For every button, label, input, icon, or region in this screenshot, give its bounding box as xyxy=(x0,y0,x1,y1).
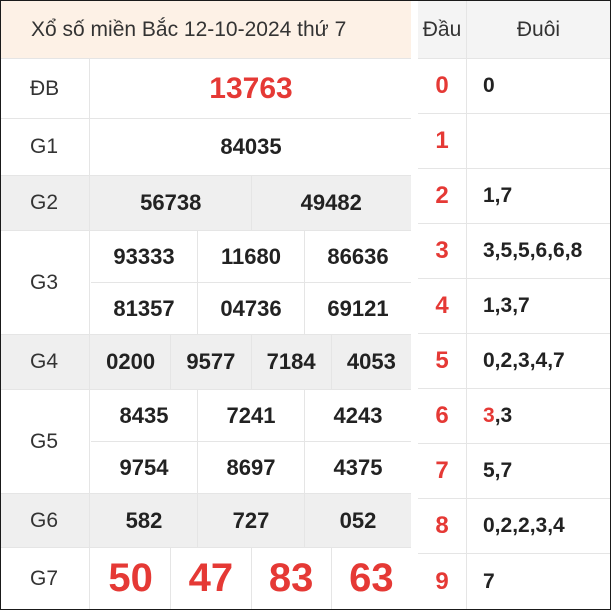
g7-number: 83 xyxy=(250,548,331,609)
g4-number: 0200 xyxy=(106,349,156,374)
loto-tails: 7 xyxy=(483,569,495,593)
loto-tails: 3,3 xyxy=(467,389,610,443)
loto-head: 2 xyxy=(418,169,467,223)
special-prize-number: 13763 xyxy=(209,71,293,105)
g3-number: 11680 xyxy=(197,231,304,282)
loto-head: 9 xyxy=(418,554,467,609)
loto-row: 7 5,7 xyxy=(418,444,610,499)
g3-number: 81357 xyxy=(113,295,175,321)
g5-number: 4243 xyxy=(304,390,411,441)
loto-row: 1 xyxy=(418,114,610,169)
loto-row: 0 0 xyxy=(418,59,610,114)
g4-number: 9577 xyxy=(170,335,250,389)
prize-row-g6: G6 582 727 052 xyxy=(1,494,411,548)
loto-head: 4 xyxy=(418,279,467,333)
loto-tails: 1,3,7 xyxy=(483,294,530,317)
loto-head-label: Đầu xyxy=(418,1,467,58)
g7-number: 50 xyxy=(108,556,153,600)
g2-number: 49482 xyxy=(250,176,412,230)
g2-number: 56738 xyxy=(140,190,202,215)
g4-number: 4053 xyxy=(330,335,411,389)
loto-head: 8 xyxy=(418,499,467,553)
loto-tails: 5,7 xyxy=(483,459,513,482)
loto-row: 3 3,5,5,6,6,8 xyxy=(418,224,610,279)
prize-row-g7: G7 50 47 83 63 xyxy=(1,548,411,609)
prize-label-g2: G2 xyxy=(1,176,90,230)
prize-label-g3: G3 xyxy=(1,231,90,334)
loto-head: 3 xyxy=(418,224,467,278)
loto-head: 1 xyxy=(418,114,467,168)
prize-label-g4: G4 xyxy=(1,335,90,389)
g5-number: 4375 xyxy=(304,442,411,493)
g1-number: 84035 xyxy=(220,134,282,159)
g4-number: 7184 xyxy=(250,335,331,389)
lottery-result-card: Xổ số miền Bắc 12-10-2024 thứ 7 ĐB 13763… xyxy=(0,0,611,610)
loto-tails: 0,2,2,3,4 xyxy=(483,514,565,537)
loto-row: 5 0,2,3,4,7 xyxy=(418,334,610,389)
g6-number: 052 xyxy=(304,494,411,547)
loto-row: 6 3,3 xyxy=(418,389,610,444)
loto-tail-label: Đuôi xyxy=(516,17,561,41)
loto-header: Đầu Đuôi xyxy=(418,1,610,59)
g5-number: 8435 xyxy=(119,402,169,428)
g5-number: 7241 xyxy=(197,390,304,441)
loto-tail-rest: ,3 xyxy=(494,404,513,427)
loto-row: 9 7 xyxy=(418,554,610,609)
loto-tail-highlight: 3 xyxy=(483,404,495,427)
prize-row-g2: G2 56738 49482 xyxy=(1,176,411,231)
loto-tails: 0 xyxy=(483,74,495,97)
prize-row-g3: G3 93333 11680 86636 81357 04736 69121 xyxy=(1,231,411,335)
loto-tails: 3,5,5,6,6,8 xyxy=(483,239,583,262)
loto-head: 0 xyxy=(418,59,467,113)
loto-table: Đầu Đuôi 0 0 1 2 1,7 3 3,5,5,6,6,8 4 1,3… xyxy=(418,1,610,609)
prize-row-g5: G5 8435 7241 4243 9754 8697 4375 xyxy=(1,390,411,494)
prize-label-g7: G7 xyxy=(1,548,90,609)
loto-tails: 0,2,3,4,7 xyxy=(483,349,565,372)
prize-row-db: ĐB 13763 xyxy=(1,59,411,119)
g3-number: 93333 xyxy=(113,243,175,269)
g3-number: 04736 xyxy=(197,283,304,334)
g3-number: 86636 xyxy=(304,231,411,282)
g5-number: 9754 xyxy=(119,454,169,480)
g7-number: 63 xyxy=(330,548,411,609)
g3-number: 69121 xyxy=(304,283,411,334)
prize-label-g1: G1 xyxy=(1,119,90,175)
loto-tails xyxy=(467,114,610,168)
loto-head: 5 xyxy=(418,334,467,388)
g5-number: 8697 xyxy=(197,442,304,493)
g6-number: 727 xyxy=(197,494,304,547)
loto-row: 2 1,7 xyxy=(418,169,610,224)
loto-head: 7 xyxy=(418,444,467,498)
loto-tails: 1,7 xyxy=(483,184,513,207)
prize-label-db: ĐB xyxy=(1,59,90,118)
g7-number: 47 xyxy=(170,548,250,609)
prize-table: Xổ số miền Bắc 12-10-2024 thứ 7 ĐB 13763… xyxy=(1,1,411,609)
prize-label-g5: G5 xyxy=(1,390,90,493)
prize-label-g6: G6 xyxy=(1,494,90,547)
prize-row-g1: G1 84035 xyxy=(1,119,411,176)
loto-row: 8 0,2,2,3,4 xyxy=(418,499,610,554)
loto-row: 4 1,3,7 xyxy=(418,279,610,334)
prize-row-g4: G4 0200 9577 7184 4053 xyxy=(1,335,411,390)
loto-head: 6 xyxy=(418,389,467,443)
g6-number: 582 xyxy=(125,507,163,533)
result-title: Xổ số miền Bắc 12-10-2024 thứ 7 xyxy=(1,1,411,59)
